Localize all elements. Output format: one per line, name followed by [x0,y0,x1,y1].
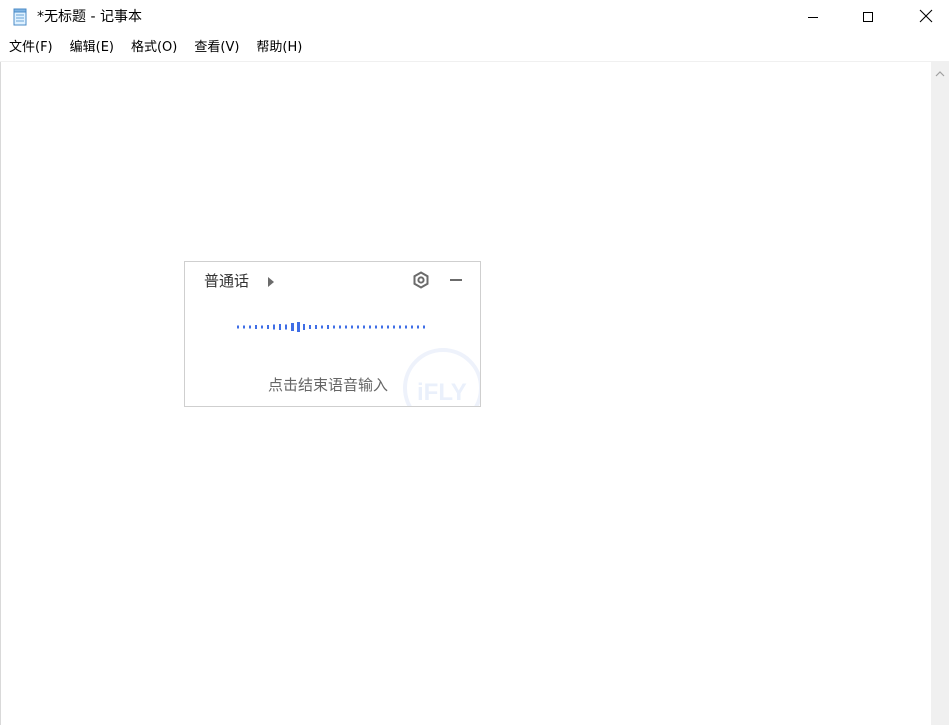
close-icon [919,8,933,27]
caret-right-icon[interactable] [266,274,276,288]
stop-voice-input-hint[interactable]: 点击结束语音输入 [268,375,388,395]
minus-icon[interactable] [448,271,464,289]
voice-input-panel[interactable]: 普通话 iFLY 点击结束语音输入 [184,261,481,407]
menu-edit[interactable]: 编辑(E) [61,36,122,60]
title-bar[interactable]: *无标题 - 记事本 [0,0,949,34]
audio-waveform-icon [235,319,435,335]
minimize-button[interactable] [790,0,836,34]
menu-file[interactable]: 文件(F) [0,36,61,60]
menu-help[interactable]: 帮助(H) [247,36,310,60]
menu-bar: 文件(F) 编辑(E) 格式(O) 查看(V) 帮助(H) [0,36,949,60]
vertical-scrollbar[interactable] [931,62,949,725]
menu-view[interactable]: 查看(V) [185,36,247,60]
close-button[interactable] [903,0,949,34]
maximize-icon [862,8,874,27]
language-selector-label[interactable]: 普通话 [204,271,249,291]
scroll-up-button[interactable] [931,62,949,82]
window-title: *无标题 - 记事本 [37,9,142,25]
svg-text:iFLY: iFLY [417,379,467,406]
chevron-up-icon [935,63,945,82]
gear-icon[interactable] [412,271,430,289]
notepad-window: *无标题 - 记事本 文件(F) 编辑(E) 格式(O) 查看(V) 帮助(H)… [0,0,949,725]
menu-format[interactable]: 格式(O) [122,36,185,60]
maximize-button[interactable] [845,0,891,34]
minimize-icon [807,8,819,27]
notepad-icon [11,8,29,26]
ifly-logo-watermark: iFLY [403,348,480,406]
